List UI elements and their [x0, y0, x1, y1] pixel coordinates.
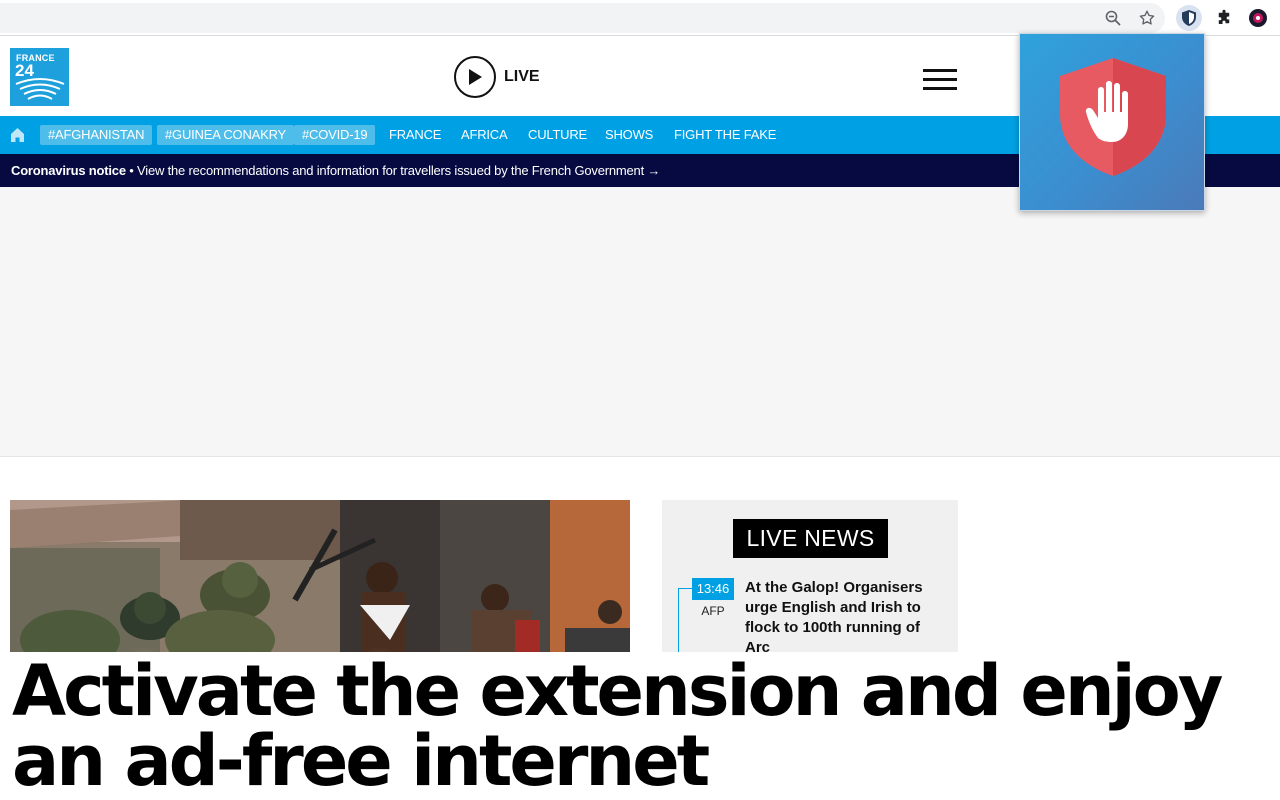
address-bar[interactable] — [0, 3, 1165, 33]
nav-link-fight-the-fake[interactable]: FIGHT THE FAKE — [674, 125, 776, 145]
news-headline-link[interactable]: At the Galop! Organisers urge English an… — [745, 578, 945, 652]
shield-extension-icon[interactable] — [1176, 5, 1202, 31]
stop-hand-shield-icon — [1060, 58, 1166, 176]
nav-link-culture[interactable]: CULTURE — [528, 125, 587, 145]
ad-placeholder — [0, 187, 1280, 457]
zoom-out-icon[interactable] — [1102, 7, 1124, 29]
nav-link-shows[interactable]: SHOWS — [605, 125, 653, 145]
timeline-connector — [678, 588, 692, 589]
timeline-line — [678, 588, 679, 652]
news-source: AFP — [701, 604, 725, 618]
article-photo[interactable] — [10, 500, 630, 652]
live-button[interactable]: LIVE — [454, 56, 540, 98]
news-time-badge: 13:46 — [692, 578, 734, 600]
browser-toolbar — [0, 0, 1280, 36]
nav-link-france[interactable]: FRANCE — [389, 125, 441, 145]
nav-tag-afghanistan[interactable]: #AFGHANISTAN — [40, 125, 153, 145]
notice-text: • View the recommendations and informati… — [125, 163, 661, 178]
promo-caption: Activate the extension and enjoy an ad-f… — [12, 650, 1223, 800]
extension-popup[interactable] — [1019, 33, 1205, 211]
logo-waves-icon — [15, 78, 65, 100]
menu-hamburger-icon[interactable] — [923, 69, 957, 91]
profile-avatar-icon[interactable] — [1247, 7, 1269, 29]
puzzle-extensions-icon[interactable] — [1213, 7, 1235, 29]
nav-tag-guinea-conakry[interactable]: #GUINEA CONAKRY — [157, 125, 295, 145]
live-news-panel: LIVE NEWS 13:46 AFP At the Galop! Organi… — [662, 500, 958, 652]
live-label: LIVE — [504, 68, 540, 85]
live-news-title[interactable]: LIVE NEWS — [733, 519, 888, 558]
home-icon[interactable] — [10, 127, 25, 148]
page: { "browser": { "toolbar_icons": ["zoom-o… — [0, 0, 1280, 800]
notice-title: Coronavirus notice — [11, 163, 126, 178]
play-icon — [454, 56, 496, 98]
nav-link-africa[interactable]: AFRICA — [461, 125, 508, 145]
soldiers-photo-image — [10, 500, 630, 652]
bookmark-star-icon[interactable] — [1136, 7, 1158, 29]
france24-logo[interactable]: FRANCE 24 — [10, 48, 69, 106]
nav-tag-covid-19[interactable]: #COVID-19 — [294, 125, 376, 145]
